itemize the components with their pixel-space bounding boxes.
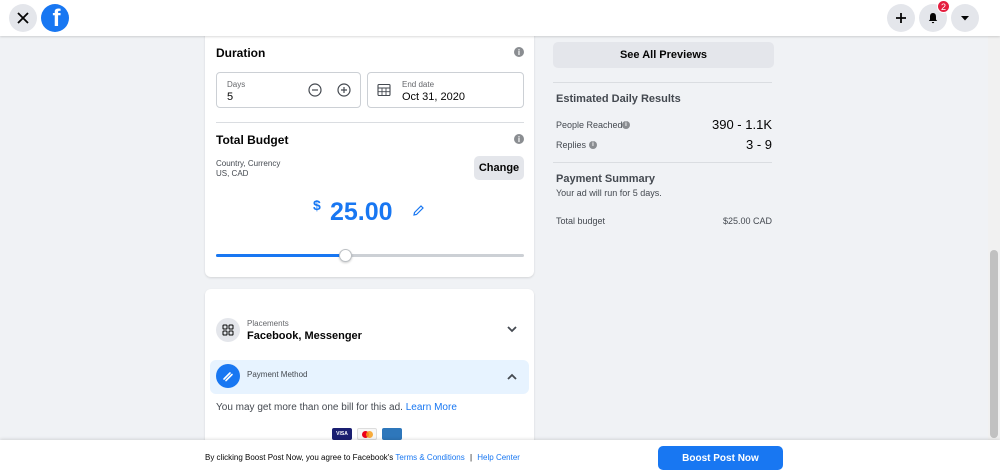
logo-letter: f — [52, 5, 61, 32]
increase-days-icon[interactable] — [337, 83, 351, 97]
country-currency-label: Country, Currency — [216, 159, 281, 168]
notification-badge: 2 — [937, 0, 950, 13]
budget-info-icon[interactable]: i — [514, 134, 524, 144]
payment-summary-subtitle: Your ad will run for 5 days. — [556, 188, 662, 198]
terms-link[interactable]: Terms & Conditions — [395, 453, 464, 462]
divider — [553, 162, 772, 163]
agreement-prefix: By clicking Boost Post Now, you agree to… — [205, 453, 394, 462]
currency-symbol: $ — [313, 197, 321, 213]
placements-chevron-down-icon[interactable] — [506, 323, 518, 335]
people-reached-value: 390 - 1.1K — [712, 117, 772, 132]
replies-label: Replies — [556, 140, 587, 150]
budget-amount: 25.00 — [330, 198, 393, 226]
learn-more-link[interactable]: Learn More — [406, 402, 457, 413]
placements-label: Placements — [247, 319, 289, 328]
change-currency-button[interactable]: Change — [474, 156, 524, 180]
scrollbar-thumb[interactable] — [990, 250, 998, 438]
replies-value: 3 - 9 — [745, 137, 772, 152]
billing-note-text: You may get more than one bill for this … — [216, 402, 403, 413]
replies-info-icon[interactable]: i — [589, 141, 597, 149]
divider — [216, 122, 524, 123]
visa-text: VISA — [336, 431, 348, 437]
people-reached-label: People Reached — [556, 120, 623, 130]
total-budget-value: $25.00 CAD — [722, 216, 772, 226]
mastercard-icon — [357, 428, 377, 440]
duration-title: Duration — [216, 46, 266, 60]
see-all-previews-button[interactable]: See All Previews — [553, 42, 774, 68]
visa-card-icon: VISA — [332, 428, 352, 440]
payment-method-label: Payment Method — [247, 370, 308, 379]
card-icon — [223, 372, 233, 382]
close-button[interactable] — [9, 4, 37, 32]
days-label: Days — [227, 80, 246, 89]
days-value: 5 — [227, 91, 234, 103]
decrease-days-icon[interactable] — [308, 83, 322, 97]
plus-icon — [896, 13, 906, 23]
bottom-bar: By clicking Boost Post Now, you agree to… — [0, 440, 1000, 472]
total-budget-title: Total Budget — [216, 133, 289, 147]
duration-info-icon[interactable]: i — [514, 47, 524, 57]
estimated-results-title: Estimated Daily Results — [556, 93, 681, 105]
end-date-value: Oct 31, 2020 — [402, 91, 465, 103]
caret-down-icon — [961, 16, 969, 21]
create-button[interactable] — [887, 4, 915, 32]
payment-icon-wrap — [216, 364, 240, 388]
top-bar: f 2 — [0, 0, 1000, 36]
edit-pencil-icon[interactable] — [412, 204, 425, 217]
bell-icon — [928, 13, 938, 24]
payment-summary-title: Payment Summary — [556, 173, 656, 185]
calendar-icon — [377, 83, 391, 97]
help-center-link[interactable]: Help Center — [477, 453, 520, 462]
people-reached-info-icon[interactable]: i — [622, 121, 630, 129]
billing-note: You may get more than one bill for this … — [216, 402, 457, 413]
agreement-text: By clicking Boost Post Now, you agree to… — [205, 453, 520, 462]
amex-card-icon — [382, 428, 402, 440]
country-currency-value: US, CAD — [216, 169, 249, 178]
duration-budget-card — [205, 30, 534, 277]
divider — [553, 82, 772, 83]
facebook-logo[interactable]: f — [41, 4, 69, 32]
payment-chevron-up-icon[interactable] — [506, 371, 518, 383]
budget-slider-fill — [216, 254, 346, 257]
grid-icon — [222, 324, 234, 336]
end-date-label: End date — [402, 80, 435, 89]
close-icon — [17, 12, 29, 24]
total-budget-label: Total budget — [556, 216, 606, 226]
placements-value: Facebook, Messenger — [247, 330, 362, 342]
footer-separator: | — [469, 453, 473, 462]
placements-icon-wrap — [216, 318, 240, 342]
account-menu-button[interactable] — [951, 4, 979, 32]
boost-post-now-button[interactable]: Boost Post Now — [658, 446, 783, 470]
